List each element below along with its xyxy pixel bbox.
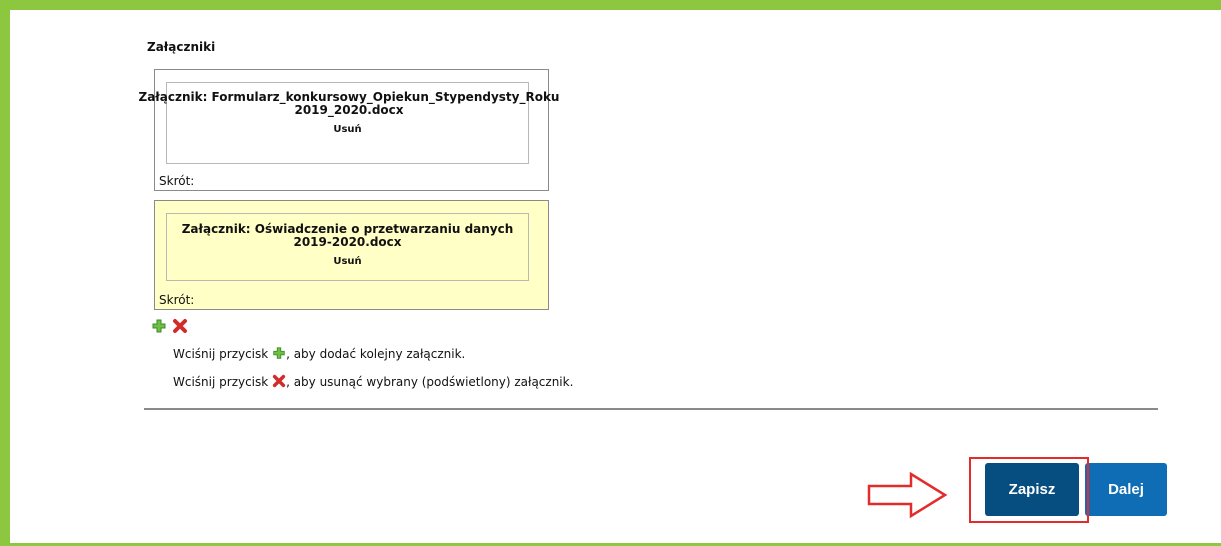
plus-icon — [272, 346, 286, 360]
next-button[interactable]: Dalej — [1085, 463, 1167, 516]
attachment-filename: Załącznik: Oświadczenie o przetwarzaniu … — [181, 222, 514, 249]
attachment-item[interactable]: Załącznik: Formularz_konkursowy_Opiekun_… — [139, 69, 559, 191]
shortcut-label: Skrót: — [159, 293, 195, 307]
section-title: Załączniki — [147, 40, 216, 54]
arrow-right-icon — [867, 471, 948, 519]
attachment-item-selected[interactable]: Załącznik: Oświadczenie o przetwarzaniu … — [154, 200, 549, 310]
x-icon — [272, 374, 286, 388]
attachment-file-box: Załącznik: Formularz_konkursowy_Opiekun_… — [139, 82, 559, 164]
divider — [144, 408, 1158, 410]
plus-icon[interactable] — [151, 318, 167, 334]
help-add-text: Wciśnij przycisk , aby dodać kolejny zał… — [173, 346, 466, 361]
attachment-filename: Załącznik: Formularz_konkursowy_Opiekun_… — [138, 90, 560, 117]
remove-attachment-link[interactable]: Usuń — [333, 256, 361, 267]
annotation-highlight-box — [969, 457, 1089, 523]
x-icon[interactable] — [172, 318, 188, 334]
shortcut-label: Skrót: — [159, 174, 195, 188]
attachment-file-box: Załącznik: Oświadczenie o przetwarzaniu … — [166, 213, 529, 281]
help-remove-text: Wciśnij przycisk , aby usunąć wybrany (p… — [173, 374, 574, 389]
remove-attachment-link[interactable]: Usuń — [333, 124, 361, 135]
